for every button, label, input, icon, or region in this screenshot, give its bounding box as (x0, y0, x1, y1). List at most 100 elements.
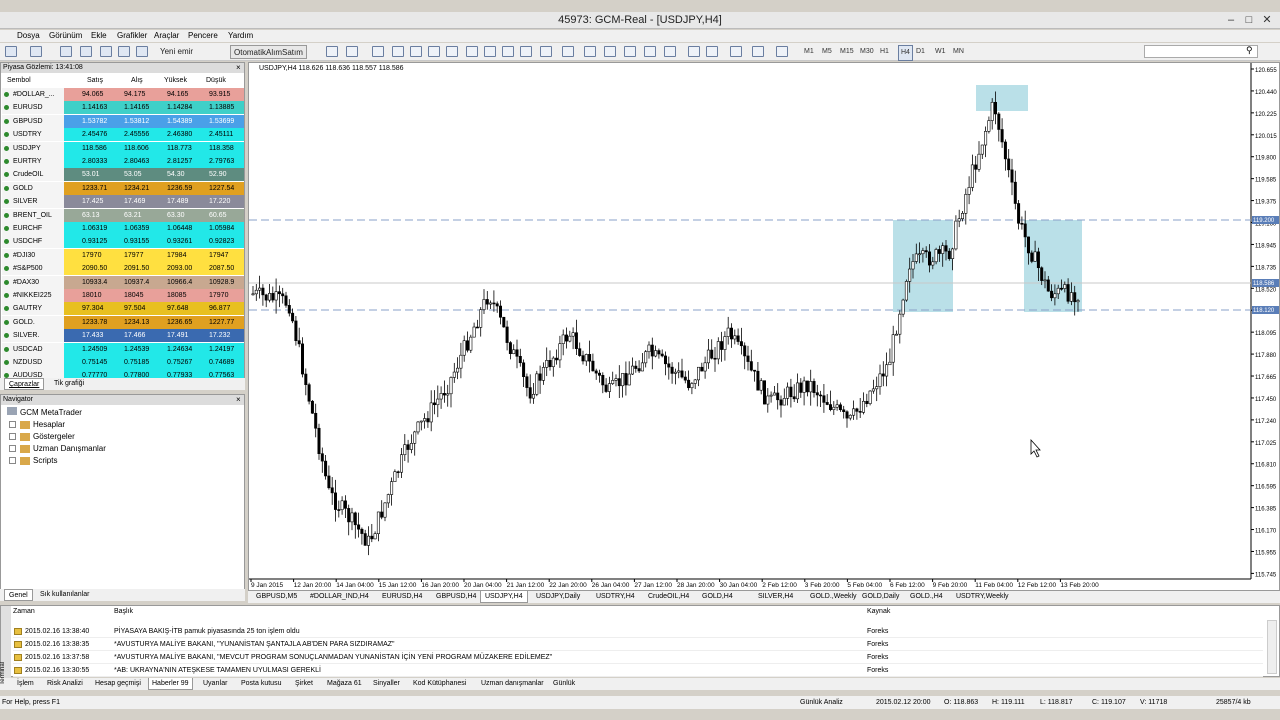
menu-6[interactable]: Yardım (228, 30, 253, 42)
algo-trading-button[interactable]: OtomatikAlımSatım (230, 45, 307, 59)
toolbar-tool-8[interactable] (484, 46, 496, 57)
market-row[interactable]: SILVER. 17.433 17.466 17.491 17.232 (2, 329, 244, 343)
timeframe-mn[interactable]: MN (953, 45, 964, 59)
chart-tab-2[interactable]: EURUSD,H4 (378, 591, 426, 603)
market-row[interactable]: GAUTRY 97.304 97.504 97.648 96.877 (2, 302, 244, 316)
expand-icon[interactable] (9, 433, 16, 441)
market-row[interactable]: GBPUSD 1.53782 1.53812 1.54389 1.53699 (2, 114, 244, 128)
chart-tab-8[interactable]: GOLD,H4 (698, 591, 737, 603)
expand-icon[interactable] (9, 421, 16, 429)
menu-1[interactable]: Görünüm (49, 30, 82, 42)
chart-tab-5[interactable]: USDJPY,Daily (532, 591, 584, 603)
search-icon[interactable]: ⚲ (1246, 45, 1253, 56)
toolbar-tool-19[interactable] (706, 46, 718, 57)
terminal-tab-11[interactable]: Günlük (550, 678, 578, 690)
navigator-item-0[interactable]: Hesaplar (9, 419, 65, 430)
expand-icon[interactable] (9, 457, 16, 465)
terminal-tab-7[interactable]: Mağaza 61 (324, 678, 365, 690)
toolbar-tool-22[interactable] (776, 46, 788, 57)
terminal-tab-1[interactable]: Risk Analizi (44, 678, 86, 690)
minimize-button[interactable]: – (1222, 12, 1240, 29)
market-row[interactable]: BRENT_OIL 63.13 63.21 63.30 60.65 (2, 208, 244, 222)
toolbar-tool-6[interactable] (446, 46, 458, 57)
market-row[interactable]: #DOLLAR_... 94.065 94.175 94.165 93.915 (2, 88, 244, 101)
market-row[interactable]: CrudeOIL 53.01 53.05 54.30 52.90 (2, 168, 244, 182)
timeframe-m1[interactable]: M1 (804, 45, 814, 59)
market-row[interactable]: NZDUSD 0.75145 0.75185 0.75267 0.74689 (2, 356, 244, 369)
market-row[interactable]: GOLD. 1233.78 1234.13 1236.65 1227.77 (2, 315, 244, 329)
menu-5[interactable]: Pencere (188, 30, 218, 42)
market-row[interactable]: #S&P500 2090.50 2091.50 2093.00 2087.50 (2, 262, 244, 276)
close-button[interactable]: ✕ (1258, 12, 1276, 29)
timeframe-h1[interactable]: H1 (880, 45, 889, 59)
toolbar-tool-7[interactable] (466, 46, 478, 57)
terminal-tab-4[interactable]: Uyarılar (200, 678, 231, 690)
menu-4[interactable]: Araçlar (154, 30, 179, 42)
chart-canvas[interactable]: 120.655 120.440 120.225 120.015 119.800 119.5… (249, 63, 1279, 590)
toolbar-tool-12[interactable] (562, 46, 574, 57)
market-row[interactable]: USDCHF 0.93125 0.93155 0.93261 0.92823 (2, 235, 244, 249)
chart-tab-13[interactable]: USDTRY,Weekly (952, 591, 1013, 603)
market-row[interactable]: EURUSD 1.14163 1.14165 1.14284 1.13885 (2, 101, 244, 115)
chart-tab-7[interactable]: CrudeOIL,H4 (644, 591, 693, 603)
terminal-tab-10[interactable]: Uzman danışmanlar (478, 678, 547, 690)
toolbar-tool-17[interactable] (664, 46, 676, 57)
toolbar-icon-0[interactable] (5, 46, 17, 57)
toolbar-icon-6[interactable] (136, 46, 148, 57)
nav-tab-0[interactable]: Genel (4, 589, 33, 601)
market-row[interactable]: SILVER 17.425 17.469 17.489 17.220 (2, 195, 244, 209)
nav-tab-1[interactable]: Sık kullanılanlar (36, 589, 93, 601)
scrollbar[interactable] (1267, 620, 1277, 674)
news-row[interactable]: 2015.02.16 13:38:40 PİYASAYA BAKIŞ-İTB pa… (13, 625, 1263, 638)
search-input[interactable] (1144, 45, 1258, 58)
close-icon[interactable]: × (236, 395, 241, 404)
toolbar-tool-3[interactable] (392, 46, 404, 57)
navigator-item-1[interactable]: Göstergeler (9, 431, 75, 442)
toolbar-tool-20[interactable] (730, 46, 742, 57)
navigator-item-2[interactable]: Uzman Danışmanlar (9, 443, 106, 454)
timeframe-d1[interactable]: D1 (916, 45, 925, 59)
chart-tab-10[interactable]: GOLD.,Weekly (806, 591, 861, 603)
menu-0[interactable]: Dosya (17, 30, 40, 42)
toolbar-tool-1[interactable] (346, 46, 358, 57)
news-row[interactable]: 2015.02.16 13:30:55 *AB: UKRAYNA'NIN ATEŞ… (13, 664, 1263, 677)
chart-tab-4[interactable]: USDJPY,H4 (480, 591, 528, 603)
market-row[interactable]: #NIKKEI225 18010 18045 18085 17970 (2, 289, 244, 302)
market-row[interactable]: EURCHF 1.06319 1.06359 1.06448 1.05984 (2, 222, 244, 235)
toolbar-icon-4[interactable] (100, 46, 112, 57)
toolbar-icon-2[interactable] (60, 46, 72, 57)
timeframe-h4[interactable]: H4 (898, 45, 913, 61)
mw-tab-0[interactable]: Çaprazlar (4, 378, 45, 390)
toolbar-tool-9[interactable] (502, 46, 514, 57)
toolbar-icon-3[interactable] (80, 46, 92, 57)
terminal-tab-9[interactable]: Kod Kütüphanesi (410, 678, 469, 690)
chart-tab-3[interactable]: GBPUSD,H4 (432, 591, 480, 603)
chart-tab-1[interactable]: #DOLLAR_IND,H4 (306, 591, 373, 603)
menu-2[interactable]: Ekle (91, 30, 107, 42)
market-row[interactable]: USDCAD 1.24509 1.24539 1.24634 1.24197 (2, 342, 244, 356)
timeframe-m15[interactable]: M15 (840, 45, 854, 59)
expand-icon[interactable] (9, 445, 16, 453)
chart-tab-9[interactable]: SILVER,H4 (754, 591, 797, 603)
toolbar-tool-18[interactable] (688, 46, 700, 57)
timeframe-m5[interactable]: M5 (822, 45, 832, 59)
news-row[interactable]: 2015.02.16 13:38:35 *AVUSTURYA MALİYE BAK… (13, 638, 1263, 651)
terminal-tab-3[interactable]: Haberler 99 (148, 678, 193, 690)
toolbar-tool-10[interactable] (520, 46, 532, 57)
toolbar-tool-5[interactable] (428, 46, 440, 57)
menu-3[interactable]: Grafikler (117, 30, 147, 42)
close-icon[interactable]: × (236, 63, 241, 72)
chart-tab-6[interactable]: USDTRY,H4 (592, 591, 639, 603)
toolbar-tool-14[interactable] (604, 46, 616, 57)
market-row[interactable]: #DJI30 17970 17977 17984 17947 (2, 248, 244, 262)
maximize-button[interactable]: □ (1240, 12, 1258, 29)
toolbar-tool-11[interactable] (540, 46, 552, 57)
toolbar-icon-1[interactable] (30, 46, 42, 57)
market-row[interactable]: GOLD 1233.71 1234.21 1236.59 1227.54 (2, 181, 244, 195)
mw-tab-1[interactable]: Tik grafiği (50, 378, 88, 390)
chart-window[interactable]: 120.655 120.440 120.225 120.015 119.800 119.5… (248, 62, 1280, 591)
toolbar-icon-5[interactable] (118, 46, 130, 57)
chart-tab-11[interactable]: GOLD,Daily (858, 591, 903, 603)
market-row[interactable]: EURTRY 2.80333 2.80463 2.81257 2.79763 (2, 155, 244, 168)
toolbar-tool-13[interactable] (584, 46, 596, 57)
